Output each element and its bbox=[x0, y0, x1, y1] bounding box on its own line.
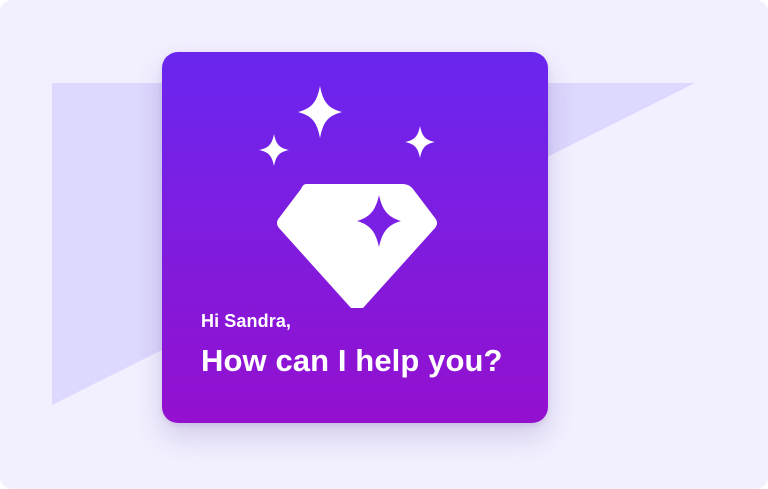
help-prompt-headline: How can I help you? bbox=[201, 343, 503, 378]
diamond-sparkle-icon bbox=[259, 86, 437, 308]
left-sparkle-icon bbox=[259, 134, 289, 166]
right-sparkle-icon bbox=[405, 126, 435, 158]
diamond-shape bbox=[277, 184, 437, 308]
top-sparkle-icon bbox=[298, 86, 342, 138]
ai-assistant-illustration: Hi Sandra, How can I help you? bbox=[0, 0, 768, 489]
assistant-welcome-card: Hi Sandra, How can I help you? bbox=[162, 52, 548, 423]
greeting-text: Hi Sandra, bbox=[201, 311, 292, 331]
